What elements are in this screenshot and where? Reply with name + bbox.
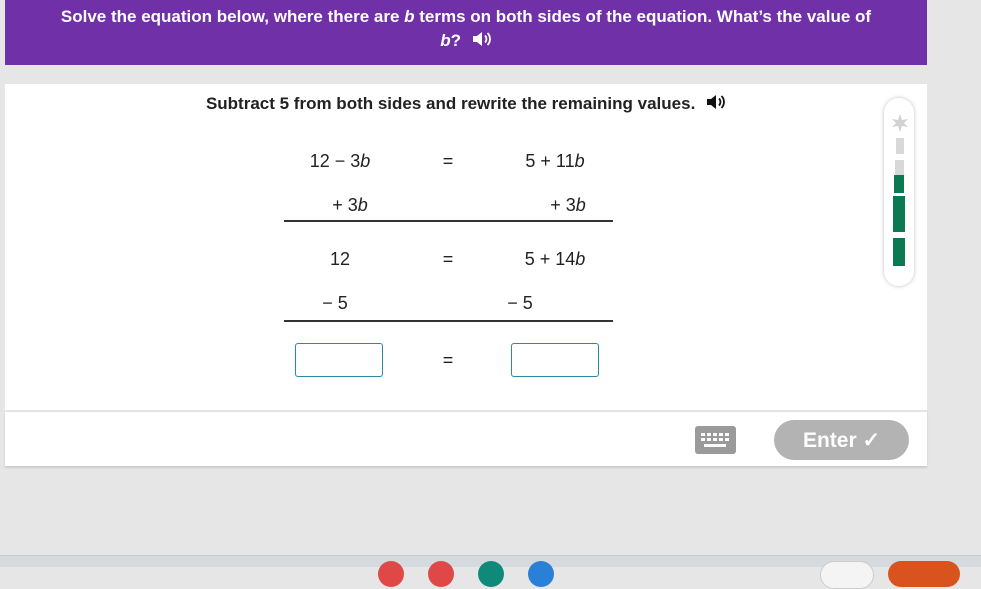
toolbar-pill[interactable] <box>820 561 874 589</box>
question-banner: Solve the equation below, where there ar… <box>5 0 927 65</box>
result-right-term: 5 + 14b <box>524 249 586 269</box>
speaker-icon[interactable] <box>472 30 492 54</box>
progress-step <box>893 238 905 266</box>
equals-sign: = <box>442 151 454 171</box>
equation-right-term: 5 + 11b <box>525 151 585 171</box>
add-left-term: + 3b <box>332 195 368 215</box>
progress-step <box>896 138 904 154</box>
instruction: Subtract 5 from both sides and rewrite t… <box>5 92 927 117</box>
star-icon <box>892 114 908 132</box>
equals-sign: = <box>442 249 454 269</box>
subtract-left-term: − 5 <box>322 293 348 313</box>
work-area: Subtract 5 from both sides and rewrite t… <box>5 84 927 410</box>
enter-button[interactable]: Enter ✓ <box>774 420 909 460</box>
progress-step <box>894 175 904 193</box>
left-answer-input[interactable] <box>295 343 383 377</box>
toolbar-button-blue[interactable] <box>528 561 554 587</box>
equation-left-term: 12 − 3b <box>309 151 371 171</box>
add-right-term: + 3b <box>550 195 586 215</box>
toolbar-orange-button[interactable] <box>888 561 960 587</box>
footer-bar: Enter ✓ <box>5 411 927 466</box>
speaker-icon[interactable] <box>706 93 726 117</box>
result-left-term: 12 <box>329 249 351 269</box>
divider-line <box>284 220 613 222</box>
subtract-right-term: − 5 <box>507 293 533 313</box>
toolbar-button-red[interactable] <box>428 561 454 587</box>
toolbar-button-teal[interactable] <box>478 561 504 587</box>
right-answer-input[interactable] <box>511 343 599 377</box>
divider-line <box>284 320 613 322</box>
keyboard-icon[interactable] <box>695 426 736 454</box>
progress-step <box>893 196 905 232</box>
step-progress <box>884 98 914 286</box>
toolbar-button-red[interactable] <box>378 561 404 587</box>
question-text: Solve the equation below, where there ar… <box>60 7 872 26</box>
equals-sign: = <box>442 350 454 370</box>
